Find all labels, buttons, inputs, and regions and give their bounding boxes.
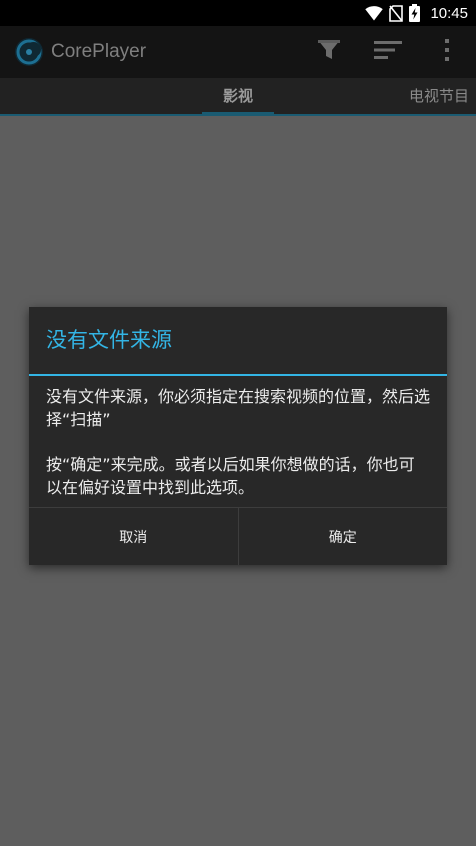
dialog-message: 没有文件来源，你必须指定在搜索视频的位置，然后选择“扫描” xyxy=(46,387,431,429)
status-time: 10:45 xyxy=(430,4,468,22)
overflow-menu-icon xyxy=(444,39,450,65)
wifi-icon xyxy=(365,5,384,21)
cancel-button[interactable]: 取消 xyxy=(29,508,238,565)
filter-icon xyxy=(317,39,341,65)
sort-icon xyxy=(373,41,402,63)
screen: 10:45 CorePlayer 影视 电视节目 没有文件来源 没有文件来源，你… xyxy=(0,0,476,846)
filter-button[interactable] xyxy=(299,26,358,78)
tab-movies[interactable]: 影视 xyxy=(202,78,274,116)
overflow-menu-button[interactable] xyxy=(417,26,476,78)
dialog-message: 按“确定”来完成。或者以后如果你想做的话，你也可以在偏好设置中找到此选项。 xyxy=(46,455,415,497)
tab-label: 影视 xyxy=(222,87,253,105)
action-bar: CorePlayer xyxy=(0,26,476,78)
app-title: CorePlayer xyxy=(51,41,147,62)
dialog-body: 没有文件来源，你必须指定在搜索视频的位置，然后选择“扫描” 按“确定”来完成。或… xyxy=(29,376,447,507)
no-sim-icon xyxy=(389,4,404,22)
tab-bar: 影视 电视节目 xyxy=(0,78,476,116)
dialog-button-bar: 取消 确定 xyxy=(29,507,447,565)
dialog-title: 没有文件来源 xyxy=(46,328,172,352)
battery-charging-icon xyxy=(409,4,421,22)
no-source-dialog: 没有文件来源 没有文件来源，你必须指定在搜索视频的位置，然后选择“扫描” 按“确… xyxy=(29,307,447,565)
tab-tv-shows[interactable]: 电视节目 xyxy=(409,78,469,114)
action-bar-actions xyxy=(299,26,476,78)
status-bar: 10:45 xyxy=(0,0,476,26)
sort-button[interactable] xyxy=(358,26,417,78)
app-logo-icon[interactable] xyxy=(14,37,44,67)
ok-button[interactable]: 确定 xyxy=(237,508,448,565)
tab-label: 电视节目 xyxy=(409,87,470,105)
